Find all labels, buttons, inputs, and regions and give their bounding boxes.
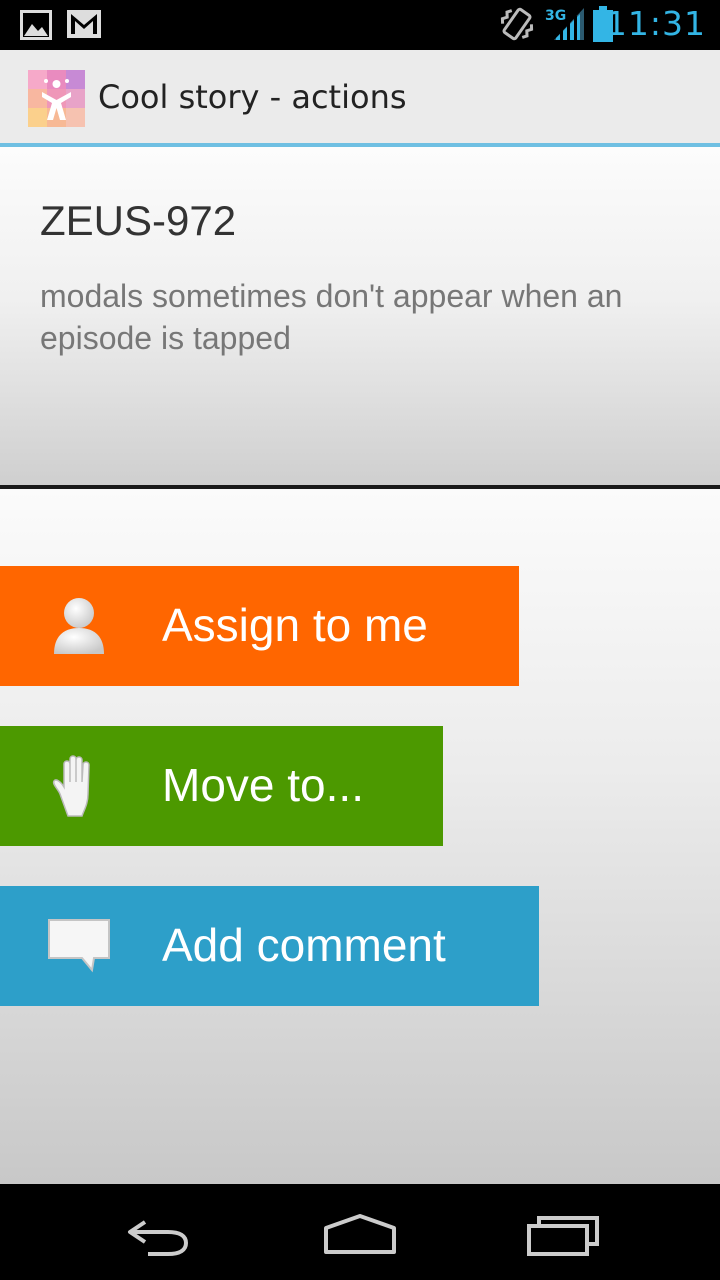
hand-icon — [52, 755, 90, 817]
home-icon[interactable] — [310, 1202, 410, 1262]
action-bar: Cool story - actions — [0, 50, 720, 147]
add-comment-label: Add comment — [162, 919, 446, 971]
signal-icon — [554, 8, 584, 40]
assign-to-me-button[interactable]: Assign to me — [0, 566, 519, 686]
issue-key: ZEUS-972 — [40, 197, 237, 244]
status-time: 11:31 — [605, 4, 706, 43]
person-icon — [54, 598, 104, 654]
assign-to-me-label: Assign to me — [162, 599, 428, 651]
page-title: Cool story - actions — [98, 78, 407, 116]
issue-summary: modals sometimes don't appear when an ep… — [40, 278, 623, 356]
move-to-button[interactable]: Move to... — [0, 726, 443, 846]
nav-bar — [0, 1184, 720, 1280]
recent-apps-icon[interactable] — [513, 1202, 613, 1262]
move-to-label: Move to... — [162, 759, 364, 811]
vibrate-icon — [500, 7, 534, 41]
status-bar: 3G 11:31 — [0, 0, 720, 50]
actions-panel: Assign to me Move to... Add comment — [0, 489, 720, 1184]
jira-logo-icon[interactable] — [28, 70, 85, 127]
add-comment-button[interactable]: Add comment — [0, 886, 539, 1006]
picture-icon — [20, 10, 52, 40]
back-icon[interactable] — [110, 1202, 210, 1262]
comment-icon — [48, 919, 110, 973]
gmail-icon — [67, 10, 101, 38]
issue-header: ZEUS-972 modals sometimes don't appear w… — [0, 147, 720, 485]
